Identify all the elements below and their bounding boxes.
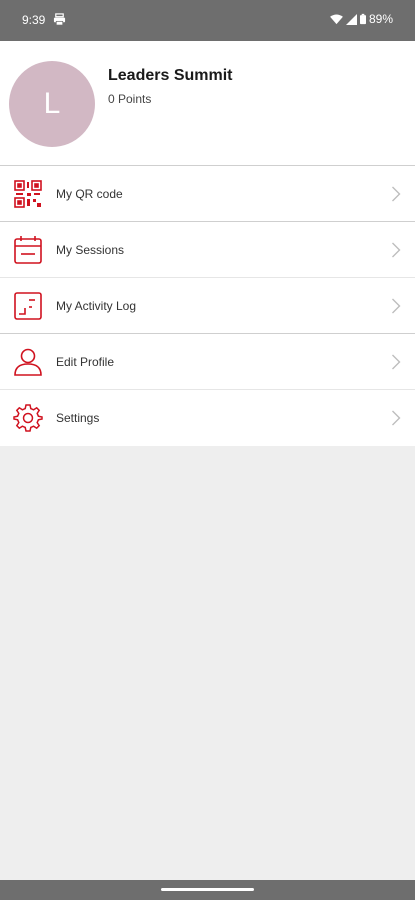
menu-item-my-sessions[interactable]: My Sessions (0, 222, 415, 278)
chevron-right-icon (391, 354, 401, 370)
wifi-icon (330, 13, 343, 25)
gear-icon (13, 403, 43, 433)
menu-item-label: My Sessions (56, 243, 125, 257)
qr-code-icon (13, 179, 43, 209)
menu-item-label: Edit Profile (56, 355, 115, 369)
profile-header: L Leaders Summit 0 Points (0, 41, 415, 166)
menu-item-my-qr-code[interactable]: My QR code (0, 166, 415, 222)
menu-item-my-activity-log[interactable]: My Activity Log (0, 278, 415, 334)
battery-percent: 89% (368, 12, 393, 26)
avatar-letter: L (43, 87, 61, 120)
profile-menu: My QR code My Sessions My Activity Log E… (0, 166, 415, 446)
status-bar: 9:39 89% (0, 0, 415, 41)
printer-icon (53, 13, 66, 26)
avatar[interactable]: L (9, 61, 95, 147)
menu-item-edit-profile[interactable]: Edit Profile (0, 334, 415, 390)
menu-item-label: My QR code (56, 187, 123, 201)
chevron-right-icon (391, 242, 401, 258)
menu-item-label: My Activity Log (56, 299, 137, 313)
chevron-right-icon (391, 186, 401, 202)
battery-icon (359, 13, 366, 25)
status-time: 9:39 (22, 13, 46, 27)
menu-item-settings[interactable]: Settings (0, 390, 415, 446)
status-icons: 89% (330, 12, 393, 26)
profile-name: Leaders Summit (108, 67, 233, 84)
person-icon (13, 347, 43, 377)
profile-points: 0 Points (108, 92, 152, 106)
activity-log-icon (13, 291, 43, 321)
cell-signal-icon (345, 13, 357, 25)
navigation-bar (0, 880, 415, 900)
menu-item-label: Settings (56, 411, 100, 425)
home-gesture-handle[interactable] (161, 888, 254, 891)
chevron-right-icon (391, 410, 401, 426)
chevron-right-icon (391, 298, 401, 314)
calendar-icon (13, 235, 43, 265)
